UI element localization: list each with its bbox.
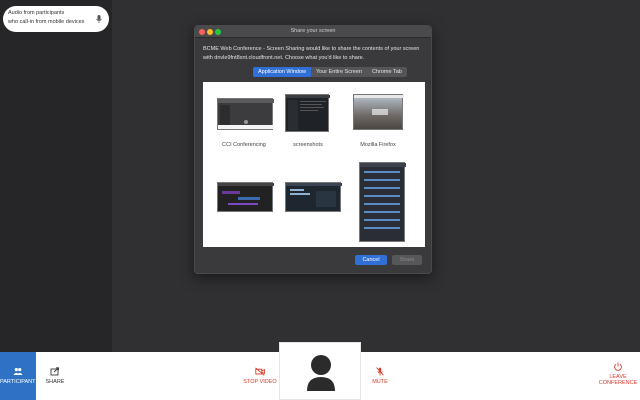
share-icon <box>50 367 59 376</box>
share-label: SHARE <box>45 379 65 385</box>
user-avatar-icon <box>307 355 335 391</box>
window-option[interactable]: Mozilla Firefox <box>347 82 417 162</box>
window-option[interactable]: CCI Conferencing <box>209 82 279 162</box>
window-option[interactable] <box>209 172 279 247</box>
stop-video-button[interactable]: STOP VIDEO <box>240 352 280 400</box>
self-video-tile[interactable] <box>279 342 361 400</box>
leave-label-line2: CONFERENCE <box>598 380 638 386</box>
participants-label: PARTICIPANTS <box>0 379 40 385</box>
tab-application-window[interactable]: Application Window <box>253 67 311 77</box>
people-icon <box>13 368 23 375</box>
audio-notice: Audio from participants who call-in from… <box>3 6 109 32</box>
dialog-title: Share your screen <box>290 28 336 34</box>
window-label: screenshots <box>293 142 323 148</box>
window-thumbnail <box>285 182 342 212</box>
mute-label: MUTE <box>372 379 388 385</box>
participants-button[interactable]: PARTICIPANTS <box>0 352 40 400</box>
power-icon <box>614 362 622 371</box>
stop-video-label: STOP VIDEO <box>243 379 277 385</box>
share-screen-dialog: Share your screen BCME Web Conference - … <box>194 25 432 274</box>
microphone-icon[interactable] <box>94 14 104 24</box>
window-label: CCI Conferencing <box>222 142 266 148</box>
window-thumbnail <box>285 94 330 132</box>
window-label: Mozilla Firefox <box>360 142 396 148</box>
mute-button[interactable]: MUTE <box>365 352 395 400</box>
dialog-description: BCME Web Conference - Screen Sharing wou… <box>203 46 420 61</box>
window-thumbnail <box>353 94 404 130</box>
tab-chrome-tab[interactable]: Chrome Tab <box>367 67 407 77</box>
window-option[interactable] <box>347 162 417 247</box>
tab-entire-screen[interactable]: Your Entire Screen <box>311 67 367 77</box>
window-option[interactable]: screenshots <box>279 82 349 162</box>
window-thumbnail <box>217 98 274 130</box>
window-picker: CCI Conferencing screenshots Mozilla Fir… <box>203 82 425 247</box>
microphone-off-icon <box>376 367 384 376</box>
cancel-button[interactable]: Cancel <box>355 255 387 265</box>
share-source-tabs: Application Window Your Entire Screen Ch… <box>253 67 407 77</box>
window-thumbnail <box>359 162 406 242</box>
video-off-icon <box>255 367 265 376</box>
participants-panel <box>0 0 112 352</box>
window-thumbnail <box>217 182 274 212</box>
window-option[interactable] <box>279 172 349 247</box>
share-button[interactable]: Share <box>392 255 422 265</box>
leave-conference-button[interactable]: LEAVE CONFERENCE <box>596 352 640 400</box>
dialog-titlebar: Share your screen <box>195 26 431 38</box>
share-screen-button[interactable]: SHARE <box>40 352 70 400</box>
